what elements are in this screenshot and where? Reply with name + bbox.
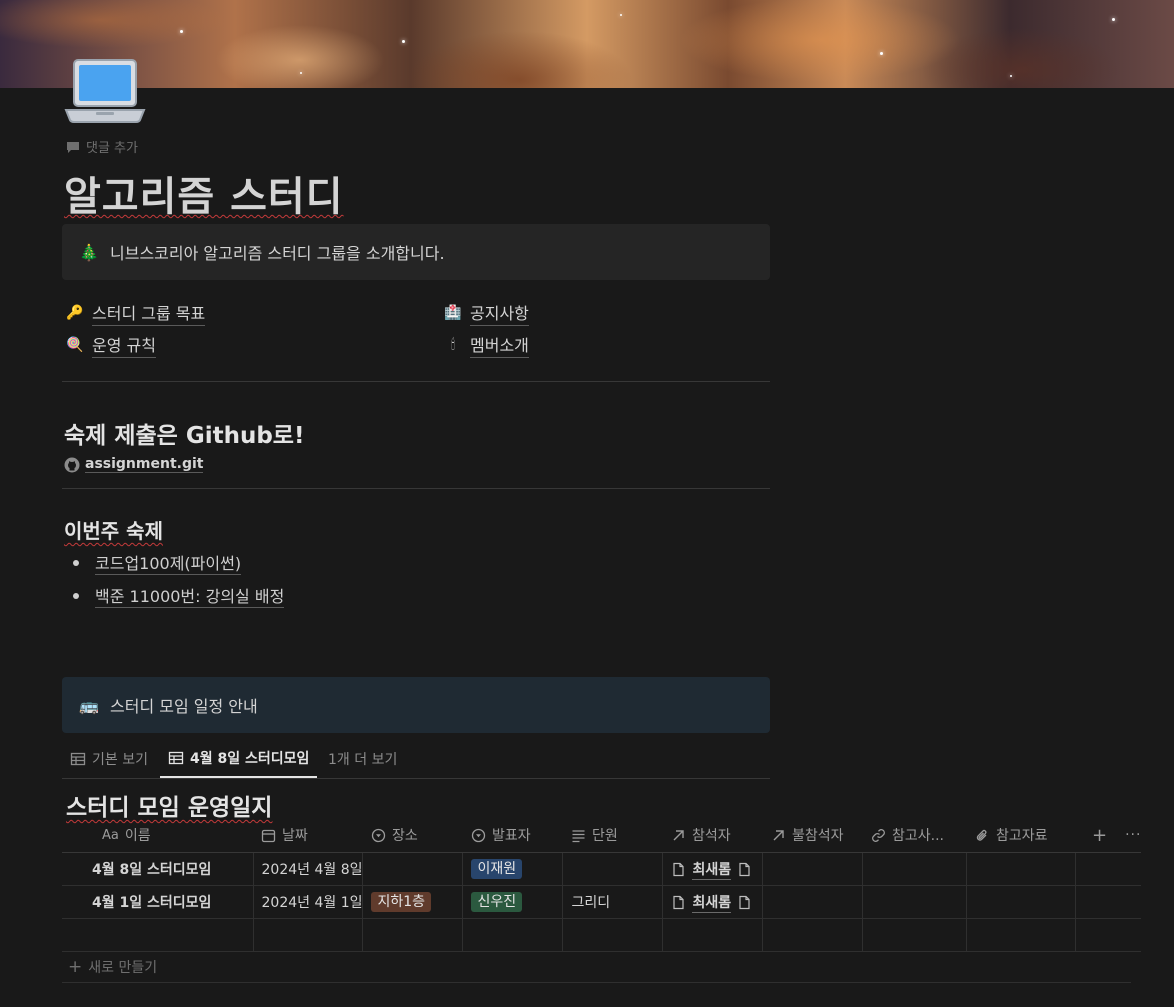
cell-attendees[interactable]: 최새롬 xyxy=(662,852,764,886)
homework-heading: 숙제 제출은 Github로! xyxy=(64,423,305,449)
cell-ref-files[interactable] xyxy=(966,852,1077,886)
list-item[interactable]: 백준 11000번: 강의실 배정 xyxy=(64,579,285,612)
table-row[interactable]: 4월 8일 스터디모임 2024년 4월 8일 이재원 최새롬 xyxy=(62,852,1142,886)
cell-presenter[interactable]: 신우진 xyxy=(462,885,564,919)
column-header-ref-url[interactable]: 참고사... xyxy=(862,818,967,853)
text-property-icon: Aa xyxy=(102,827,119,843)
schedule-callout-text: 스터디 모임 일정 안내 xyxy=(110,697,258,716)
intro-callout-text: 니브스코리아 알고리즘 스터디 그룹을 소개합니다. xyxy=(110,244,445,263)
cell-ref-url[interactable] xyxy=(862,885,968,919)
comment-icon xyxy=(67,141,79,153)
add-column-button[interactable]: + xyxy=(1092,825,1107,846)
cell-unit[interactable] xyxy=(562,852,664,886)
divider xyxy=(62,381,770,382)
cell-place[interactable]: 지하1층 xyxy=(362,885,464,919)
link-rules[interactable]: 🍭 운영 규칙 xyxy=(66,332,156,358)
table-icon xyxy=(70,752,86,765)
hospital-icon: 🏥 xyxy=(444,305,462,321)
cell-ref-files[interactable] xyxy=(966,885,1077,919)
tab-april-8-meeting[interactable]: 4월 8일 스터디모임 xyxy=(160,740,318,778)
column-header-ref-files[interactable]: 참고자료 xyxy=(966,818,1076,853)
tab-more-views[interactable]: 1개 더 보기 xyxy=(328,740,397,777)
page-title[interactable]: 알고리즘 스터디 xyxy=(64,164,344,222)
cell-name[interactable]: 4월 8일 스터디모임 xyxy=(62,852,254,886)
more-options-button[interactable]: ··· xyxy=(1125,827,1141,843)
link-icon xyxy=(872,828,885,842)
table-header-row: Aa 이름 날짜 장소 발표자 단원 참석자 불참석자 참고사... 참고자료 +… xyxy=(62,818,1142,853)
database-title[interactable]: 스터디 모임 운영일지 xyxy=(66,788,272,822)
column-header-actions: + ··· xyxy=(1075,818,1142,853)
cell-date[interactable]: 2024년 4월 1일 xyxy=(253,885,364,919)
presenter-tag: 이재원 xyxy=(471,859,523,879)
select-icon xyxy=(371,828,386,842)
cell-name[interactable]: 4월 1일 스터디모임 xyxy=(62,885,254,919)
table-icon xyxy=(168,751,184,765)
link-members[interactable]: 🕯 멤버소개 xyxy=(444,332,529,358)
christmas-tree-icon: 🎄 xyxy=(79,242,99,262)
table-row[interactable]: 4월 1일 스터디모임 2024년 4월 1일 지하1층 신우진 그리디 최새롬 xyxy=(62,885,1142,919)
candle-icon: 🕯 xyxy=(451,337,455,353)
github-icon xyxy=(64,457,80,472)
link-study-goals[interactable]: 🔑 스터디 그룹 목표 xyxy=(66,300,206,326)
column-header-attendees[interactable]: 참석자 xyxy=(662,818,763,853)
page-icon xyxy=(673,895,685,909)
column-header-unit[interactable]: 단원 xyxy=(562,818,663,853)
relation-arrow-icon xyxy=(673,829,684,840)
link-notices[interactable]: 🏥 공지사항 xyxy=(444,300,529,326)
schedule-callout[interactable]: 🚌 스터디 모임 일정 안내 xyxy=(62,677,770,733)
plus-icon: + xyxy=(68,957,83,977)
lollipop-icon: 🍭 xyxy=(66,337,84,353)
add-comment-label: 댓글 추가 xyxy=(86,141,138,156)
weekly-homework-heading: 이번주 숙제 xyxy=(64,519,163,543)
column-header-name[interactable]: Aa 이름 xyxy=(62,818,253,853)
view-tabs: 기본 보기 4월 8일 스터디모임 1개 더 보기 xyxy=(62,740,770,779)
add-comment-button[interactable]: 댓글 추가 xyxy=(66,137,138,156)
column-header-presenter[interactable]: 발표자 xyxy=(462,818,563,853)
list-item[interactable]: 코드업100제(파이썬) xyxy=(64,546,284,579)
cell-ref-url[interactable] xyxy=(862,852,968,886)
cell-absentees[interactable] xyxy=(762,852,864,886)
cell-absentees[interactable] xyxy=(762,885,864,919)
laptop-icon[interactable] xyxy=(64,58,146,126)
cell-empty xyxy=(1075,885,1142,919)
new-row-button[interactable]: + 새로 만들기 xyxy=(62,951,1131,983)
page-cover[interactable] xyxy=(0,0,1174,88)
divider xyxy=(62,488,770,489)
cell-unit[interactable]: 그리디 xyxy=(562,885,664,919)
cell-empty xyxy=(1075,852,1142,886)
calendar-icon xyxy=(261,829,276,842)
bus-icon: 🚌 xyxy=(79,695,99,715)
presenter-tag: 신우진 xyxy=(471,892,523,912)
column-header-absentees[interactable]: 불참석자 xyxy=(762,818,863,853)
table-row[interactable] xyxy=(62,918,1142,952)
text-lines-icon xyxy=(572,829,585,842)
column-header-date[interactable]: 날짜 xyxy=(253,818,363,853)
cell-date[interactable]: 2024년 4월 8일 xyxy=(253,852,364,886)
page-icon xyxy=(673,862,685,876)
cell-presenter[interactable]: 이재원 xyxy=(462,852,564,886)
cell-attendees[interactable]: 최새롬 xyxy=(662,885,764,919)
place-tag: 지하1층 xyxy=(371,892,432,912)
tab-default-view[interactable]: 기본 보기 xyxy=(70,740,148,777)
intro-callout[interactable]: 🎄 니브스코리아 알고리즘 스터디 그룹을 소개합니다. xyxy=(62,224,770,280)
page-icon xyxy=(739,895,750,909)
column-header-place[interactable]: 장소 xyxy=(362,818,463,853)
homework-list: 코드업100제(파이썬) 백준 11000번: 강의실 배정 xyxy=(64,546,285,612)
select-icon xyxy=(471,828,486,842)
paperclip-icon xyxy=(976,829,987,841)
cell-name[interactable] xyxy=(62,918,254,952)
meeting-log-table: Aa 이름 날짜 장소 발표자 단원 참석자 불참석자 참고사... 참고자료 +… xyxy=(62,818,1142,952)
cell-place[interactable] xyxy=(362,852,464,886)
relation-arrow-icon xyxy=(773,829,784,840)
key-icon: 🔑 xyxy=(66,305,84,321)
github-link[interactable]: assignment.git xyxy=(64,456,204,473)
page-icon xyxy=(739,862,750,876)
